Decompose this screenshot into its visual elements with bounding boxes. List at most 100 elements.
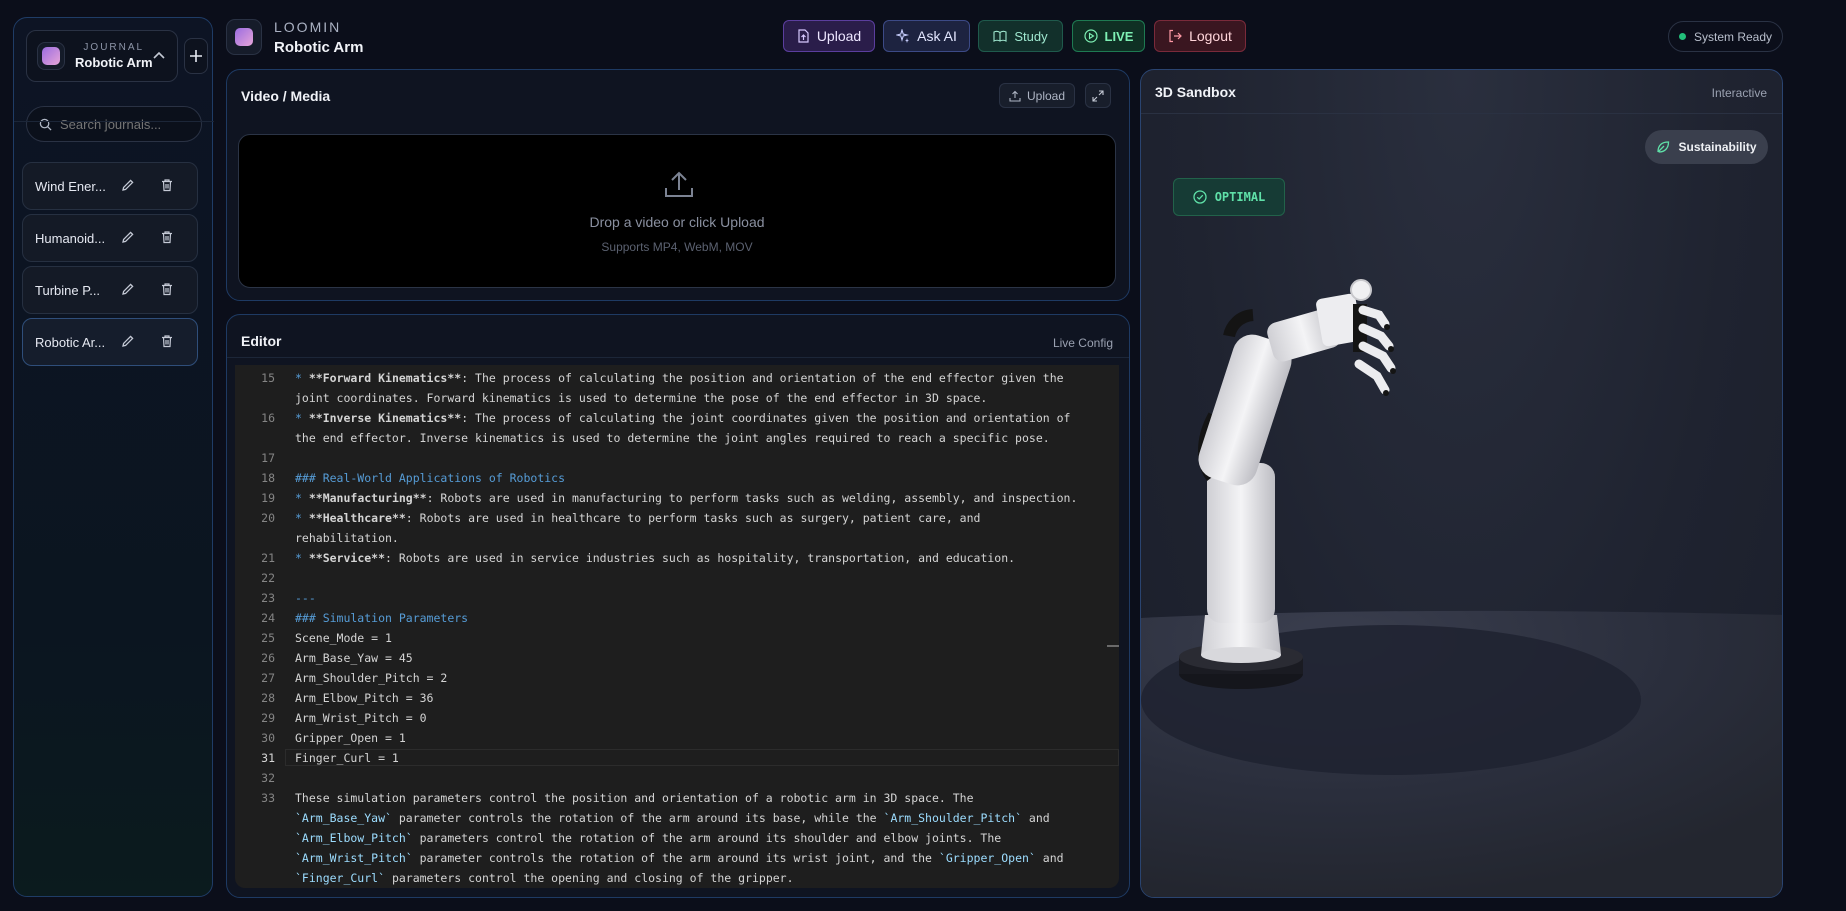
upload-arrow-icon	[665, 171, 693, 197]
ask-ai-button-label: Ask AI	[917, 28, 957, 44]
code-token: parameters control the opening and closi…	[385, 871, 794, 885]
journal-item-label: Wind Ener...	[35, 178, 106, 194]
code-line[interactable]: Arm_Elbow_Pitch = 36	[295, 691, 433, 705]
line-number: 31	[261, 751, 275, 765]
ask-ai-button[interactable]: Ask AI	[883, 20, 970, 52]
code-line[interactable]: Scene_Mode = 1	[295, 631, 392, 645]
logout-button[interactable]: Logout	[1154, 20, 1246, 52]
chevron-up-icon	[153, 51, 165, 59]
study-button[interactable]: Study	[978, 20, 1063, 52]
code-line[interactable]: Arm_Shoulder_Pitch = 2	[295, 671, 447, 685]
code-token: **Forward Kinematics**	[308, 371, 462, 385]
line-number: 19	[261, 491, 275, 505]
code-line[interactable]: Gripper_Open = 1	[295, 731, 406, 745]
sparkles-icon	[896, 29, 910, 43]
code-line[interactable]: the end effector. Inverse kinematics is …	[295, 431, 1050, 445]
journal-item[interactable]: Humanoid...	[22, 214, 198, 262]
code-line[interactable]: `Finger_Curl` parameters control the ope…	[295, 871, 794, 885]
code-line[interactable]: `Arm_Elbow_Pitch` parameters control the…	[295, 831, 1001, 845]
code-token: ### Simulation Parameters	[295, 611, 469, 625]
code-token: *	[295, 491, 309, 505]
code-token: : The process of calculating the joint c…	[461, 411, 1071, 425]
journal-item[interactable]: Wind Ener...	[22, 162, 198, 210]
trash-icon[interactable]	[160, 178, 174, 195]
line-number: 24	[261, 611, 275, 625]
code-line[interactable]: rehabilitation.	[295, 531, 399, 545]
code-token: *	[295, 371, 309, 385]
live-button[interactable]: LIVE	[1072, 20, 1145, 52]
line-number: 25	[261, 631, 275, 645]
line-number: 32	[261, 771, 275, 785]
trash-icon[interactable]	[160, 282, 174, 299]
code-token: *	[295, 551, 309, 565]
line-number: 20	[261, 511, 275, 525]
code-token: *	[295, 411, 309, 425]
code-token: **Inverse Kinematics**	[308, 411, 462, 425]
sandbox-panel[interactable]: 3D Sandbox Interactive Sustainability OP…	[1140, 69, 1783, 898]
code-token: *	[295, 511, 309, 525]
sustainability-button[interactable]: Sustainability	[1645, 130, 1768, 164]
code-line[interactable]: Finger_Curl = 1	[295, 751, 399, 765]
edit-pencil-icon[interactable]	[121, 282, 135, 299]
editor-scrollbar[interactable]	[1107, 645, 1119, 647]
line-number: 26	[261, 651, 275, 665]
trash-icon[interactable]	[160, 230, 174, 247]
upload-button[interactable]: Upload	[783, 20, 875, 52]
code-line[interactable]: * **Manufacturing**: Robots are used in …	[295, 491, 1077, 505]
system-status-text: System Ready	[1693, 29, 1773, 44]
code-line[interactable]: ### Real-World Applications of Robotics	[295, 471, 565, 485]
code-line[interactable]: ### Simulation Parameters	[295, 611, 468, 625]
leaf-icon	[1657, 141, 1670, 153]
code-line[interactable]: ---	[295, 591, 316, 605]
code-token: Arm_Elbow_Pitch = 36	[295, 691, 434, 705]
current-journal-title: Robotic Arm	[274, 39, 364, 56]
optimal-label: OPTIMAL	[1214, 190, 1266, 204]
line-number: 22	[261, 571, 275, 585]
sidebar: JOURNAL Robotic Arm Wind Ener... Humanoi…	[13, 17, 214, 897]
study-button-label: Study	[1014, 28, 1048, 44]
add-journal-button[interactable]	[184, 38, 208, 74]
line-number: 18	[261, 471, 275, 485]
code-line[interactable]: * **Healthcare**: Robots are used in hea…	[295, 511, 980, 525]
edit-pencil-icon[interactable]	[121, 334, 135, 351]
code-token: parameters control the rotation of the a…	[412, 831, 1002, 845]
code-line[interactable]: These simulation parameters control the …	[295, 791, 974, 805]
line-number: 23	[261, 591, 275, 605]
search-input[interactable]	[60, 116, 190, 132]
journal-list: Wind Ener... Humanoid... Turbine P... Ro…	[22, 162, 198, 370]
video-dropzone[interactable]: Drop a video or click Upload Supports MP…	[238, 134, 1116, 288]
code-editor[interactable]: 15 * **Forward Kinematics**: The process …	[235, 365, 1119, 888]
trash-icon[interactable]	[160, 334, 174, 351]
code-line[interactable]: * **Forward Kinematics**: The process of…	[295, 371, 1064, 385]
line-number: 33	[261, 791, 275, 805]
code-line[interactable]: * **Service**: Robots are used in servic…	[295, 551, 1015, 565]
code-line[interactable]: * **Inverse Kinematics**: The process of…	[295, 411, 1070, 425]
edit-pencil-icon[interactable]	[121, 230, 135, 247]
current-line-highlight	[285, 749, 1119, 766]
video-upload-button[interactable]: Upload	[999, 83, 1075, 108]
brand: LOOMIN Robotic Arm	[274, 19, 363, 56]
line-number: 15	[261, 371, 275, 385]
code-token: ### Real-World Applications of Robotics	[295, 471, 566, 485]
code-token: : Robots are used in manufacturing to pe…	[426, 491, 1078, 505]
code-token: and	[1022, 811, 1050, 825]
journal-item[interactable]: Turbine P...	[22, 266, 198, 314]
edit-pencil-icon[interactable]	[121, 178, 135, 195]
code-line[interactable]: `Arm_Wrist_Pitch` parameter controls the…	[295, 851, 1064, 865]
code-line[interactable]: Arm_Wrist_Pitch = 0	[295, 711, 427, 725]
journal-search[interactable]	[26, 106, 202, 142]
line-number: 17	[261, 451, 275, 465]
editor-mode-label: Live Config	[1052, 336, 1113, 350]
expand-button[interactable]	[1085, 83, 1111, 108]
code-line[interactable]: `Arm_Base_Yaw` parameter controls the ro…	[295, 811, 1050, 825]
code-token: joint coordinates. Forward kinematics is…	[295, 391, 988, 405]
play-circle-icon	[1083, 29, 1098, 43]
video-panel-title: Video / Media	[241, 88, 331, 104]
code-line[interactable]: joint coordinates. Forward kinematics is…	[295, 391, 987, 405]
book-icon	[993, 30, 1007, 42]
code-line[interactable]: Arm_Base_Yaw = 45	[295, 651, 413, 665]
journal-picker[interactable]: JOURNAL Robotic Arm	[26, 30, 178, 82]
brand-name: LOOMIN	[274, 19, 342, 35]
sidebar-divider	[14, 121, 214, 122]
journal-item-active[interactable]: Robotic Ar...	[22, 318, 198, 366]
